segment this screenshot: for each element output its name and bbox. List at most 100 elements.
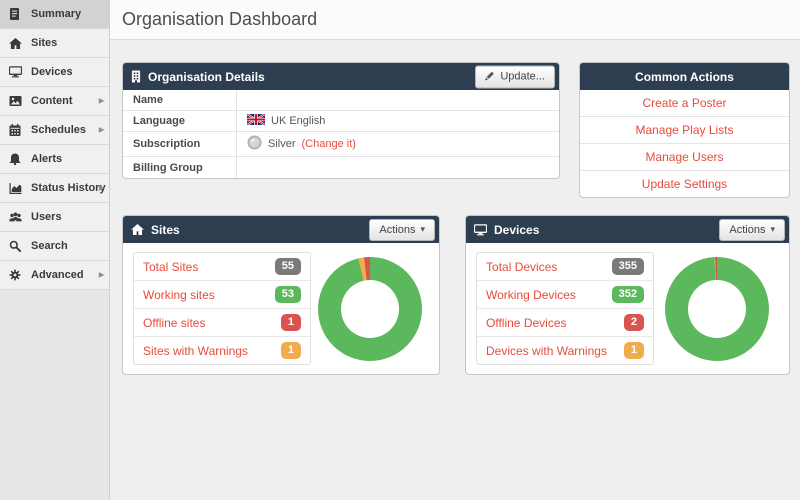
- devices-panel-header: Devices Actions ▾: [466, 216, 789, 243]
- detail-value: [237, 90, 257, 110]
- sites-panel-body: Total Sites 55 Working sites 53 Offline …: [123, 243, 439, 374]
- working-sites-row[interactable]: Working sites 53: [134, 281, 310, 309]
- update-settings-link[interactable]: Update Settings: [580, 171, 789, 197]
- sidebar-item-users[interactable]: Users: [0, 203, 109, 232]
- stat-label: Offline sites: [143, 315, 206, 330]
- panel-title: Devices: [494, 222, 540, 237]
- devices-donut-wrap: [654, 256, 779, 361]
- devices-stat-list: Total Devices 355 Working Devices 352 Of…: [476, 252, 655, 365]
- users-icon: [9, 212, 24, 223]
- monitor-icon: [9, 66, 24, 78]
- devices-warnings-row[interactable]: Devices with Warnings 1: [477, 337, 653, 364]
- update-button[interactable]: Update...: [475, 65, 555, 88]
- devices-actions-button[interactable]: Actions ▾: [719, 218, 785, 241]
- sites-donut-wrap: [311, 256, 429, 361]
- sidebar-item-content[interactable]: Content ▸: [0, 87, 109, 116]
- offline-sites-row[interactable]: Offline sites 1: [134, 309, 310, 337]
- sidebar-item-label: Schedules: [31, 124, 87, 136]
- change-subscription-link[interactable]: (Change it): [302, 138, 356, 150]
- sites-warnings-row[interactable]: Sites with Warnings 1: [134, 337, 310, 364]
- detail-row-language: Language UK English: [123, 111, 559, 132]
- detail-value: UK English: [237, 111, 335, 131]
- home-icon: [9, 37, 24, 49]
- sidebar-item-label: Status History: [31, 182, 106, 194]
- uk-flag-icon: [246, 113, 266, 128]
- sidebar-item-search[interactable]: Search: [0, 232, 109, 261]
- detail-row-subscription: Subscription Silver (Change it): [123, 132, 559, 157]
- subscription-value: Silver: [268, 138, 296, 150]
- manage-users-link[interactable]: Manage Users: [579, 144, 789, 171]
- total-devices-row[interactable]: Total Devices 355: [477, 253, 654, 281]
- status-badge: 55: [274, 258, 301, 275]
- devices-panel: Devices Actions ▾ Total Devices 355 Work…: [465, 215, 790, 375]
- building-icon: [131, 70, 141, 83]
- chevron-right-icon: ▸: [98, 95, 104, 107]
- stat-label: Working Devices: [486, 287, 576, 302]
- search-icon: [9, 240, 24, 252]
- sidebar: Summary Sites Devices Content ▸ Schedule…: [0, 0, 110, 500]
- main-content: Organisation Dashboard Organisation Deta…: [110, 0, 800, 500]
- panel-title: Sites: [151, 222, 180, 237]
- caret-down-icon: ▾: [420, 224, 426, 234]
- detail-value: Silver (Change it): [237, 132, 366, 156]
- silver-coin-icon: [247, 135, 262, 153]
- stat-label: Sites with Warnings: [143, 343, 248, 358]
- offline-devices-row[interactable]: Offline Devices 2: [477, 309, 654, 337]
- sidebar-item-label: Devices: [31, 66, 73, 78]
- total-sites-row[interactable]: Total Sites 55: [134, 253, 310, 281]
- image-icon: [9, 96, 24, 106]
- sidebar-item-advanced[interactable]: Advanced ▸: [0, 261, 109, 290]
- sidebar-item-devices[interactable]: Devices: [0, 58, 109, 87]
- sidebar-item-label: Search: [31, 240, 68, 252]
- sidebar-item-label: Users: [31, 211, 62, 223]
- detail-label: Billing Group: [123, 157, 237, 178]
- document-icon: [9, 8, 24, 20]
- sites-panel: Sites Actions ▾ Total Sites 55 Working s…: [122, 215, 441, 375]
- organisation-details-panel: Organisation Details Update... Name Lang…: [122, 62, 560, 179]
- page-title: Organisation Dashboard: [122, 9, 318, 29]
- language-value: UK English: [271, 115, 326, 127]
- app-window: Summary Sites Devices Content ▸ Schedule…: [0, 0, 800, 500]
- pencil-icon: [485, 70, 495, 83]
- chevron-right-icon: ▸: [98, 182, 104, 194]
- status-badge: 2: [623, 314, 645, 331]
- stat-label: Devices with Warnings: [486, 343, 607, 358]
- detail-label: Name: [123, 90, 237, 110]
- create-poster-link[interactable]: Create a Poster: [579, 90, 789, 117]
- sidebar-item-summary[interactable]: Summary: [0, 0, 109, 29]
- working-devices-row[interactable]: Working Devices 352: [477, 281, 654, 309]
- sites-stat-list: Total Sites 55 Working sites 53 Offline …: [133, 252, 311, 365]
- stat-label: Total Sites: [143, 259, 199, 274]
- status-badge: 352: [611, 286, 645, 303]
- sidebar-item-label: Alerts: [31, 153, 63, 165]
- devices-panel-body: Total Devices 355 Working Devices 352 Of…: [466, 243, 789, 374]
- status-badge: 1: [623, 342, 645, 359]
- sites-donut-chart: [318, 256, 422, 361]
- sidebar-item-sites[interactable]: Sites: [0, 29, 109, 58]
- gear-icon: [9, 269, 24, 281]
- panel-title: Organisation Details: [148, 69, 265, 84]
- monitor-icon: [474, 223, 488, 236]
- stat-label: Total Devices: [486, 259, 558, 274]
- stat-label: Offline Devices: [486, 315, 567, 330]
- chevron-right-icon: ▸: [98, 269, 104, 281]
- sidebar-item-schedules[interactable]: Schedules ▸: [0, 116, 109, 145]
- sidebar-item-alerts[interactable]: Alerts: [0, 145, 109, 174]
- devices-donut-chart: [664, 256, 769, 361]
- calendar-icon: [9, 124, 24, 136]
- common-actions-header: Common Actions: [579, 63, 789, 90]
- sites-actions-button[interactable]: Actions ▾: [369, 218, 436, 241]
- caret-down-icon: ▾: [770, 224, 775, 234]
- status-badge: 53: [274, 286, 301, 303]
- sites-panel-header: Sites Actions ▾: [123, 216, 440, 243]
- panel-title: Common Actions: [635, 69, 734, 84]
- chevron-right-icon: ▸: [98, 124, 104, 136]
- sidebar-item-status-history[interactable]: Status History ▸: [0, 174, 109, 203]
- detail-row-name: Name: [123, 90, 559, 111]
- manage-playlists-link[interactable]: Manage Play Lists: [579, 117, 789, 144]
- common-actions-panel: Common Actions Create a Poster Manage Pl…: [578, 62, 790, 198]
- organisation-details-header: Organisation Details Update...: [123, 63, 559, 90]
- detail-label: Language: [123, 111, 237, 131]
- detail-label: Subscription: [123, 132, 237, 156]
- sidebar-item-label: Content: [31, 95, 73, 107]
